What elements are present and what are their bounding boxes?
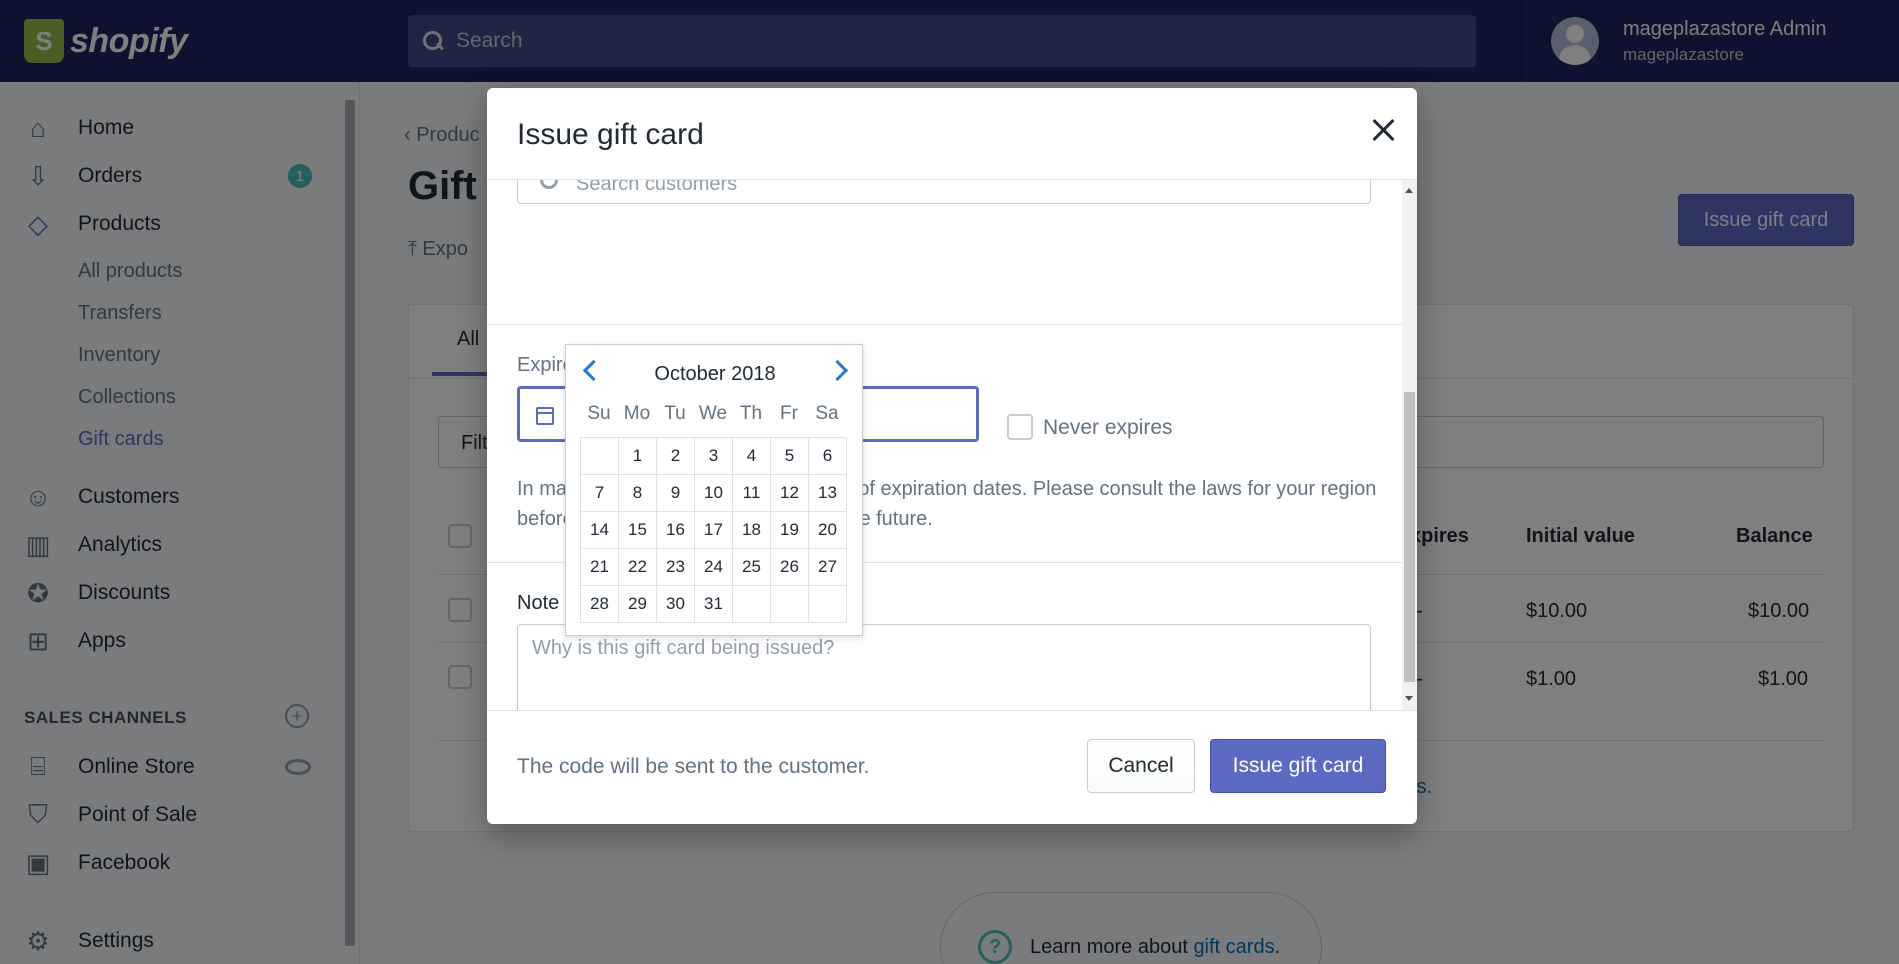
scroll-down-icon[interactable] [1405, 696, 1413, 701]
never-expires-checkbox[interactable] [1007, 414, 1033, 440]
calendar-day[interactable]: 16 [656, 511, 695, 549]
datepicker: October 2018 Su Mo Tu We Th Fr Sa 123456… [565, 344, 863, 636]
search-customers-input[interactable]: Search customers [517, 180, 1371, 204]
calendar-day[interactable]: 30 [656, 585, 695, 623]
dow-label: Sa [815, 403, 839, 424]
datepicker-month: October 2018 [654, 363, 776, 385]
calendar-day[interactable]: 18 [732, 511, 771, 549]
chevron-right-icon[interactable] [830, 359, 850, 383]
note-field[interactable] [517, 624, 1371, 710]
calendar-day[interactable]: 9 [656, 474, 695, 512]
footer-text: The code will be sent to the customer. [517, 755, 870, 778]
dow-label: Mo [623, 403, 651, 424]
dow-label: Th [739, 403, 763, 424]
calendar-day[interactable]: 11 [732, 474, 771, 512]
modal-title: Issue gift card [517, 118, 704, 151]
divider [487, 324, 1402, 325]
calendar-empty-cell [580, 437, 619, 475]
calendar-day[interactable]: 14 [580, 511, 619, 549]
calendar-day[interactable]: 26 [770, 548, 809, 586]
calendar-day[interactable]: 31 [694, 585, 733, 623]
dow-label: Tu [664, 403, 686, 424]
scroll-up-icon[interactable] [1405, 188, 1413, 193]
close-icon[interactable] [1367, 114, 1401, 148]
calendar-day[interactable]: 1 [618, 437, 657, 475]
calendar-day[interactable]: 10 [694, 474, 733, 512]
calendar-week: 28 29 30 31 [580, 585, 847, 623]
calendar-week: 123456 [580, 437, 847, 475]
dow-label: Su [587, 403, 611, 424]
calendar-day[interactable]: 19 [770, 511, 809, 549]
calendar-week: 14 15 16 17 18 19 20 [580, 511, 847, 549]
calendar-day[interactable]: 22 [618, 548, 657, 586]
search-icon [540, 180, 558, 189]
calendar-day[interactable]: 29 [618, 585, 657, 623]
calendar-day[interactable]: 25 [732, 548, 771, 586]
calendar-day[interactable]: 28 [580, 585, 619, 623]
calendar-day[interactable]: 21 [580, 548, 619, 586]
dow-label: Fr [780, 403, 798, 424]
calendar-empty-cell [732, 585, 771, 623]
issue-gift-card-button[interactable]: Issue gift card [1210, 739, 1386, 793]
calendar-icon [536, 407, 554, 425]
modal-footer: The code will be sent to the customer. C… [487, 710, 1417, 824]
note-textarea[interactable] [518, 625, 1370, 710]
calendar-day[interactable]: 2 [656, 437, 695, 475]
calendar-day[interactable]: 17 [694, 511, 733, 549]
calendar-day[interactable]: 23 [656, 548, 695, 586]
calendar-week: 21 22 23 24 25 26 27 [580, 548, 847, 586]
calendar-day[interactable]: 8 [618, 474, 657, 512]
scrollbar-thumb[interactable] [1404, 392, 1415, 682]
calendar-day[interactable]: 20 [808, 511, 847, 549]
calendar-grid: 1 2 3 4 5 6 7 8 9 10 11 12 13 14 15 16 17 18 19 20 21 22 23 24 2… [580, 437, 847, 623]
modal-header: Issue gift card [487, 88, 1417, 180]
calendar-week: 7 8 9 10 11 12 13 [580, 474, 847, 512]
calendar-day[interactable]: 15 [618, 511, 657, 549]
calendar-day[interactable]: 13 [808, 474, 847, 512]
calendar-day[interactable]: 7 [580, 474, 619, 512]
calendar-day[interactable]: 6 [808, 437, 847, 475]
dow-label: We [698, 403, 728, 424]
calendar-empty-cell [770, 585, 809, 623]
calendar-day[interactable]: 12 [770, 474, 809, 512]
calendar-empty-cell [808, 585, 847, 623]
modal-scrollbar[interactable] [1402, 180, 1417, 710]
never-expires-label[interactable]: Never expires [1043, 416, 1173, 440]
calendar-day[interactable]: 4 [732, 437, 771, 475]
calendar-day[interactable]: 5 [770, 437, 809, 475]
search-customers-placeholder: Search customers [576, 180, 738, 195]
calendar-day[interactable]: 3 [694, 437, 733, 475]
calendar-day[interactable]: 24 [694, 548, 733, 586]
cancel-button[interactable]: Cancel [1087, 739, 1195, 793]
calendar-day[interactable]: 27 [808, 548, 847, 586]
